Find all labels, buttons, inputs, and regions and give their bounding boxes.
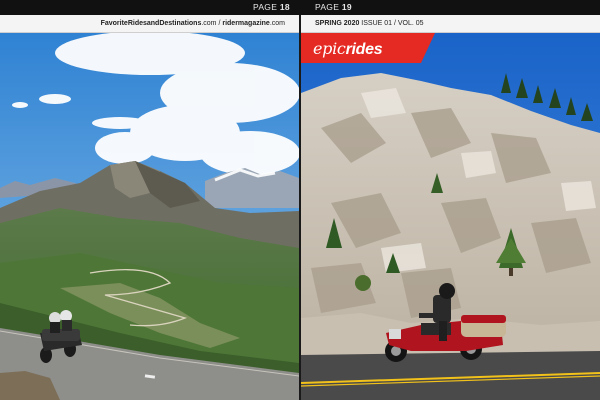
issue-info: SPRING 2020 ISSUE 01 / VOL. 05 [315,20,424,27]
site-name-1: FavoriteRidesandDestinations [100,20,202,27]
issue-season: SPRING 2020 [315,20,360,27]
website-credit: FavoriteRidesandDestinations.com / rider… [100,20,285,27]
right-page-photo: epicrides [301,33,600,400]
section-banner: epicrides [301,33,435,63]
top-bar: PAGE 18 PAGE 19 [0,0,600,15]
section-title: epicrides [313,39,383,58]
site-name-2: ridermagazine [222,20,270,27]
alpine-road-photo [0,33,299,400]
granite-road-photo [301,33,600,400]
page-number-right: PAGE 19 [315,2,352,12]
page-number-left: PAGE 18 [253,2,290,12]
issue-volume: ISSUE 01 / VOL. 05 [359,20,424,27]
left-page-photo [0,33,299,400]
